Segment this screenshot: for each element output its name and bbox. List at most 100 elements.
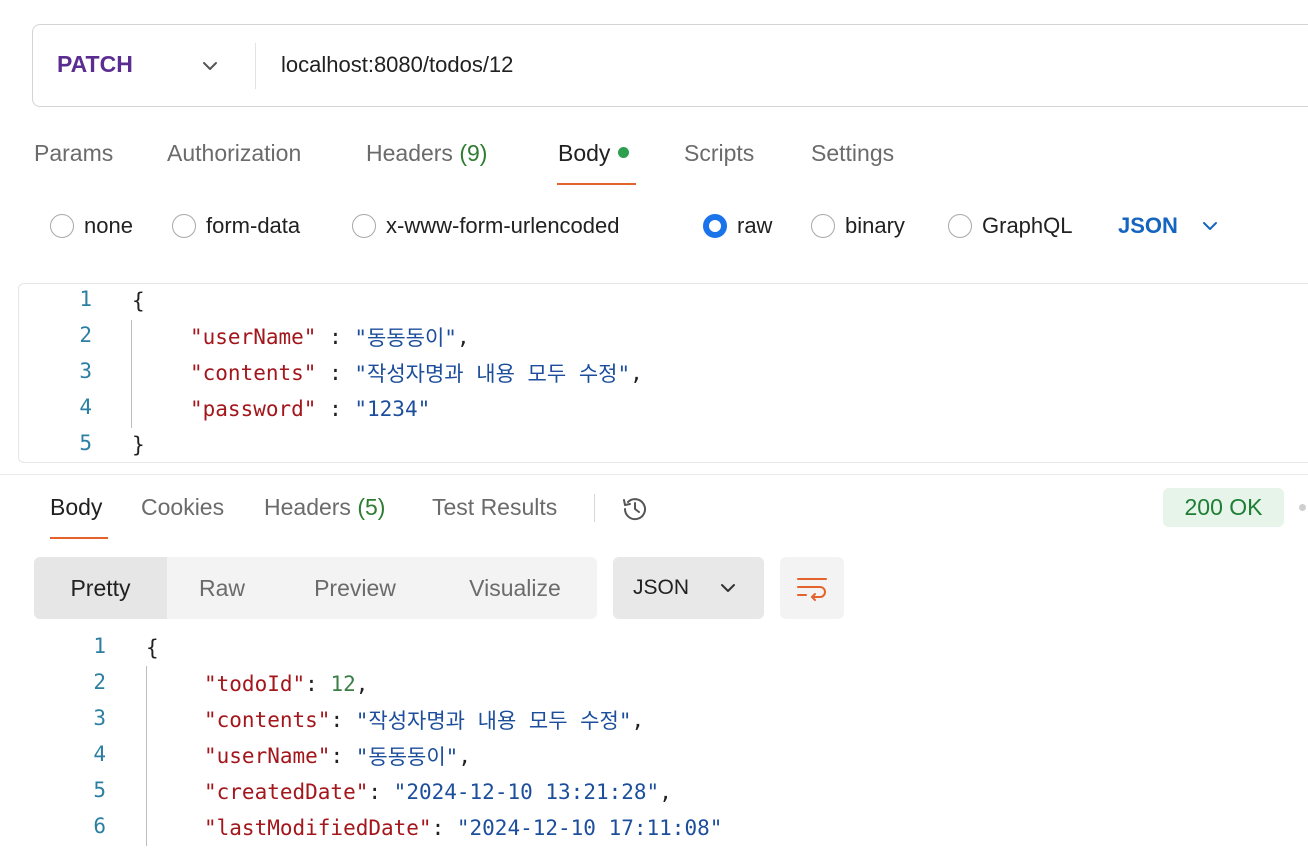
- tab-params[interactable]: Params: [34, 140, 113, 167]
- json-separator: :: [316, 361, 355, 385]
- json-separator: :: [330, 708, 356, 732]
- code-line: {: [132, 283, 145, 319]
- code-line: "lastModifiedDate": "2024-12-10 17:11:08…: [204, 810, 722, 846]
- response-tab-body[interactable]: Body: [50, 494, 102, 521]
- indent-guide: [131, 320, 132, 428]
- status-badge[interactable]: 200 OK: [1163, 488, 1284, 527]
- raw-format-label: JSON: [1118, 213, 1178, 238]
- radio-raw[interactable]: raw: [703, 211, 772, 241]
- code-line: "password" : "1234": [190, 391, 430, 427]
- more-dot-icon: [1299, 504, 1306, 511]
- radio-label: x-www-form-urlencoded: [386, 213, 620, 238]
- view-raw[interactable]: Raw: [167, 557, 277, 619]
- radio-binary[interactable]: binary: [811, 211, 905, 241]
- line-number: 5: [93, 778, 106, 802]
- headers-count: (9): [459, 140, 488, 166]
- tab-scripts[interactable]: Scripts: [684, 140, 754, 167]
- active-tab-indicator: [50, 537, 108, 539]
- json-value: 12: [330, 672, 356, 696]
- tab-divider: [594, 494, 595, 522]
- view-preview[interactable]: Preview: [277, 557, 433, 619]
- radio-circle: [352, 214, 376, 238]
- json-comma: ,: [458, 744, 471, 768]
- code-line: "contents": "작성자명과 내용 모두 수정",: [204, 702, 644, 738]
- view-visualize[interactable]: Visualize: [433, 557, 597, 619]
- tab-label: Cookies: [141, 494, 225, 520]
- code-line: "createdDate": "2024-12-10 13:21:28",: [204, 774, 672, 810]
- chevron-down-icon[interactable]: [199, 55, 221, 77]
- radio-circle: [811, 214, 835, 238]
- json-value: "작성자명과 내용 모두 수정": [354, 362, 631, 386]
- json-separator: :: [431, 816, 457, 840]
- tab-authorization[interactable]: Authorization: [167, 140, 301, 167]
- response-format-label: JSON: [633, 576, 690, 599]
- history-icon[interactable]: [618, 492, 652, 526]
- response-tab-cookies[interactable]: Cookies: [141, 494, 224, 521]
- radio-label: binary: [845, 213, 905, 238]
- url-divider: [255, 43, 256, 89]
- tab-label: Scripts: [684, 140, 755, 166]
- json-key: "password": [190, 397, 317, 421]
- json-key: "todoId": [204, 672, 306, 696]
- json-separator: :: [330, 744, 356, 768]
- headers-count: (5): [357, 494, 386, 520]
- json-separator: :: [316, 397, 355, 421]
- code-line: }: [132, 427, 145, 463]
- body-modified-dot: [618, 147, 630, 159]
- radio-graphql[interactable]: GraphQL: [948, 211, 1073, 241]
- tab-settings[interactable]: Settings: [811, 140, 894, 167]
- code-line: {: [146, 630, 159, 666]
- line-number: 5: [79, 431, 92, 455]
- line-number: 1: [93, 634, 106, 658]
- open-brace: {: [146, 636, 159, 660]
- json-key: "userName": [204, 744, 331, 768]
- json-key: "contents": [204, 708, 331, 732]
- tab-headers[interactable]: Headers (9): [366, 140, 487, 167]
- view-mode-selector: Pretty Raw Preview Visualize: [34, 557, 597, 619]
- json-separator: :: [305, 672, 331, 696]
- json-comma: ,: [631, 708, 645, 732]
- radio-label: raw: [737, 213, 773, 238]
- line-number: 2: [79, 323, 92, 347]
- method-selector[interactable]: PATCH: [57, 51, 133, 78]
- tab-body[interactable]: Body: [558, 140, 630, 167]
- radio-circle: [50, 214, 74, 238]
- tab-label: Body: [50, 494, 103, 520]
- tab-label: Authorization: [167, 140, 302, 166]
- line-number: 3: [93, 706, 106, 730]
- line-number: 2: [93, 670, 106, 694]
- response-tab-test-results[interactable]: Test Results: [432, 494, 557, 521]
- code-line: "contents" : "작성자명과 내용 모두 수정",: [190, 355, 643, 391]
- close-brace: }: [132, 433, 145, 457]
- json-comma: ,: [659, 780, 672, 804]
- radio-circle: [172, 214, 196, 238]
- active-tab-indicator: [557, 183, 636, 185]
- json-comma: ,: [630, 361, 643, 385]
- open-brace: {: [132, 289, 145, 313]
- json-separator: :: [368, 780, 394, 804]
- radio-label: GraphQL: [982, 213, 1073, 238]
- tab-label: Headers: [264, 494, 351, 520]
- line-number: 1: [79, 287, 92, 311]
- radio-x-www-form-urlencoded[interactable]: x-www-form-urlencoded: [352, 211, 620, 241]
- wrap-lines-button[interactable]: [780, 557, 844, 619]
- url-input[interactable]: localhost:8080/todos/12: [281, 52, 513, 78]
- json-value: "작성자명과 내용 모두 수정": [355, 709, 632, 733]
- raw-format-dropdown[interactable]: JSON: [1118, 211, 1220, 241]
- json-value: "2024-12-10 13:21:28": [393, 780, 660, 804]
- code-line: "userName" : "동동동이",: [190, 319, 470, 355]
- request-url-bar: PATCH localhost:8080/todos/12: [32, 24, 1308, 107]
- json-separator: :: [316, 325, 355, 349]
- response-tab-headers[interactable]: Headers (5): [264, 494, 385, 521]
- indent-guide: [146, 666, 147, 846]
- line-number: 4: [79, 395, 92, 419]
- view-pretty[interactable]: Pretty: [34, 557, 167, 619]
- radio-none[interactable]: none: [50, 211, 133, 241]
- tab-label: Settings: [811, 140, 895, 166]
- chevron-down-icon: [721, 584, 735, 592]
- radio-form-data[interactable]: form-data: [172, 211, 300, 241]
- tab-label: Test Results: [432, 494, 558, 520]
- tab-label: Headers: [366, 140, 453, 166]
- response-format-dropdown[interactable]: JSON: [613, 557, 764, 619]
- code-line: "userName": "동동동이",: [204, 738, 471, 774]
